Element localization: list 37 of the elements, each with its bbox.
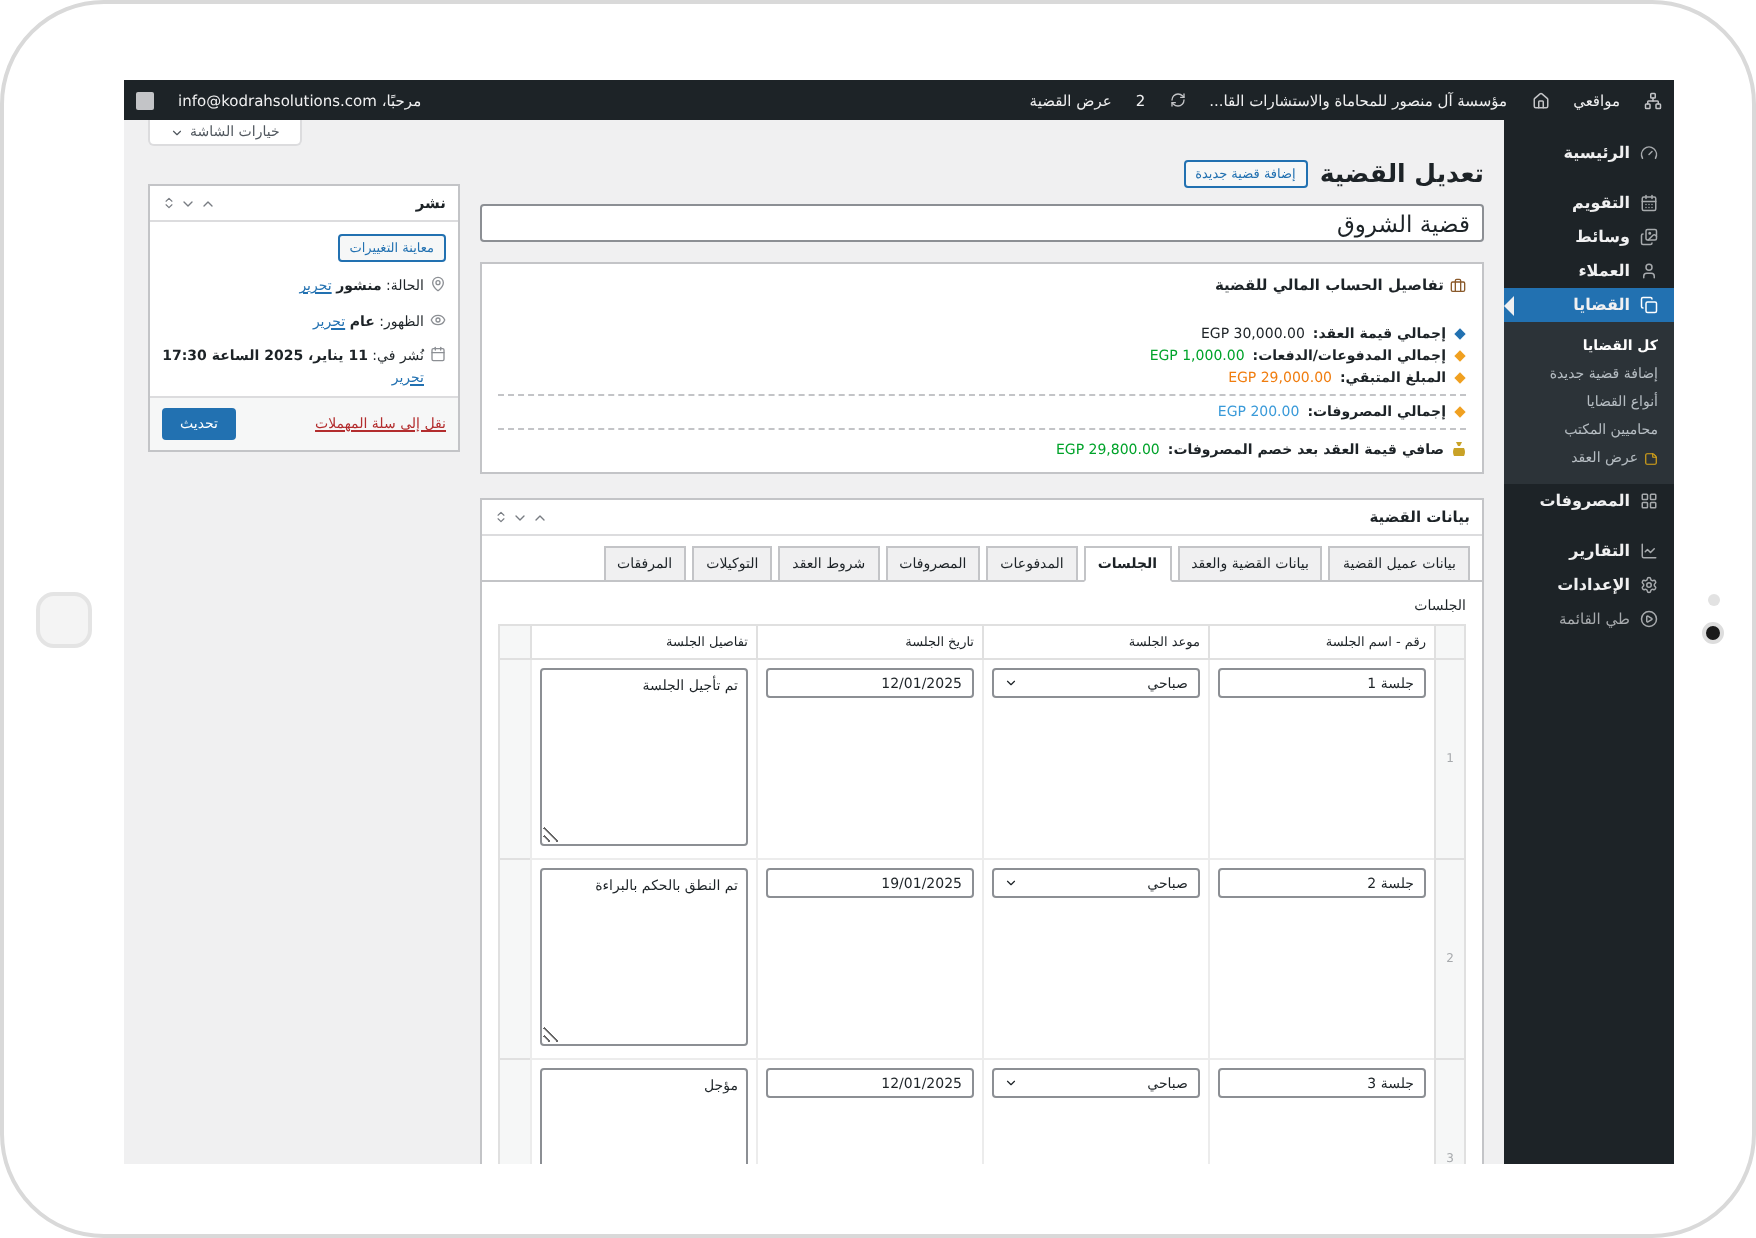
calendar-icon: [430, 346, 446, 362]
settings-icon: [1640, 576, 1658, 594]
briefcase-icon: [1450, 277, 1466, 293]
person-icon: [1640, 262, 1658, 280]
sort-icon[interactable]: [494, 509, 508, 523]
menu-item[interactable]: العملاء: [1504, 254, 1674, 288]
gauge-icon: [1640, 144, 1658, 162]
menu-item[interactable]: التقارير: [1504, 534, 1674, 568]
network-icon[interactable]: [1644, 91, 1662, 109]
chart-icon: [1640, 542, 1658, 560]
chevron-down-icon: [1004, 876, 1018, 890]
play-icon: [1640, 610, 1658, 628]
menu-item[interactable]: وسائط: [1504, 220, 1674, 254]
menu-item[interactable]: القضايا: [1504, 288, 1674, 322]
sort-icon[interactable]: [162, 195, 176, 209]
grid-icon: [1640, 492, 1658, 510]
calendar-icon: [1640, 194, 1658, 212]
page-title: تعديل القضية: [1319, 158, 1484, 188]
avatar-icon[interactable]: [136, 91, 154, 109]
camera-icon: [1702, 622, 1724, 644]
caret-icon: [170, 125, 184, 139]
menu-item[interactable]: المصروفات: [1504, 484, 1674, 518]
menu-item[interactable]: الإعدادات: [1504, 568, 1674, 602]
menu-item[interactable]: الرئيسية: [1504, 136, 1674, 170]
title-field[interactable]: قضية الشروق: [480, 204, 1484, 242]
images-icon: [1640, 228, 1658, 246]
chevron-down-icon: [1004, 676, 1018, 690]
money-bag-icon: [1452, 442, 1466, 458]
refresh-icon[interactable]: [1169, 92, 1186, 108]
home-icon[interactable]: [1531, 91, 1550, 109]
eye-icon: [430, 311, 446, 327]
documents-icon: [1640, 296, 1658, 314]
note-icon: [1644, 451, 1658, 465]
menu-item[interactable]: التقويم: [1504, 186, 1674, 220]
pin-icon: [430, 276, 446, 292]
chevron-down-icon: [1004, 1076, 1018, 1090]
sensor-icon: [1707, 594, 1719, 606]
